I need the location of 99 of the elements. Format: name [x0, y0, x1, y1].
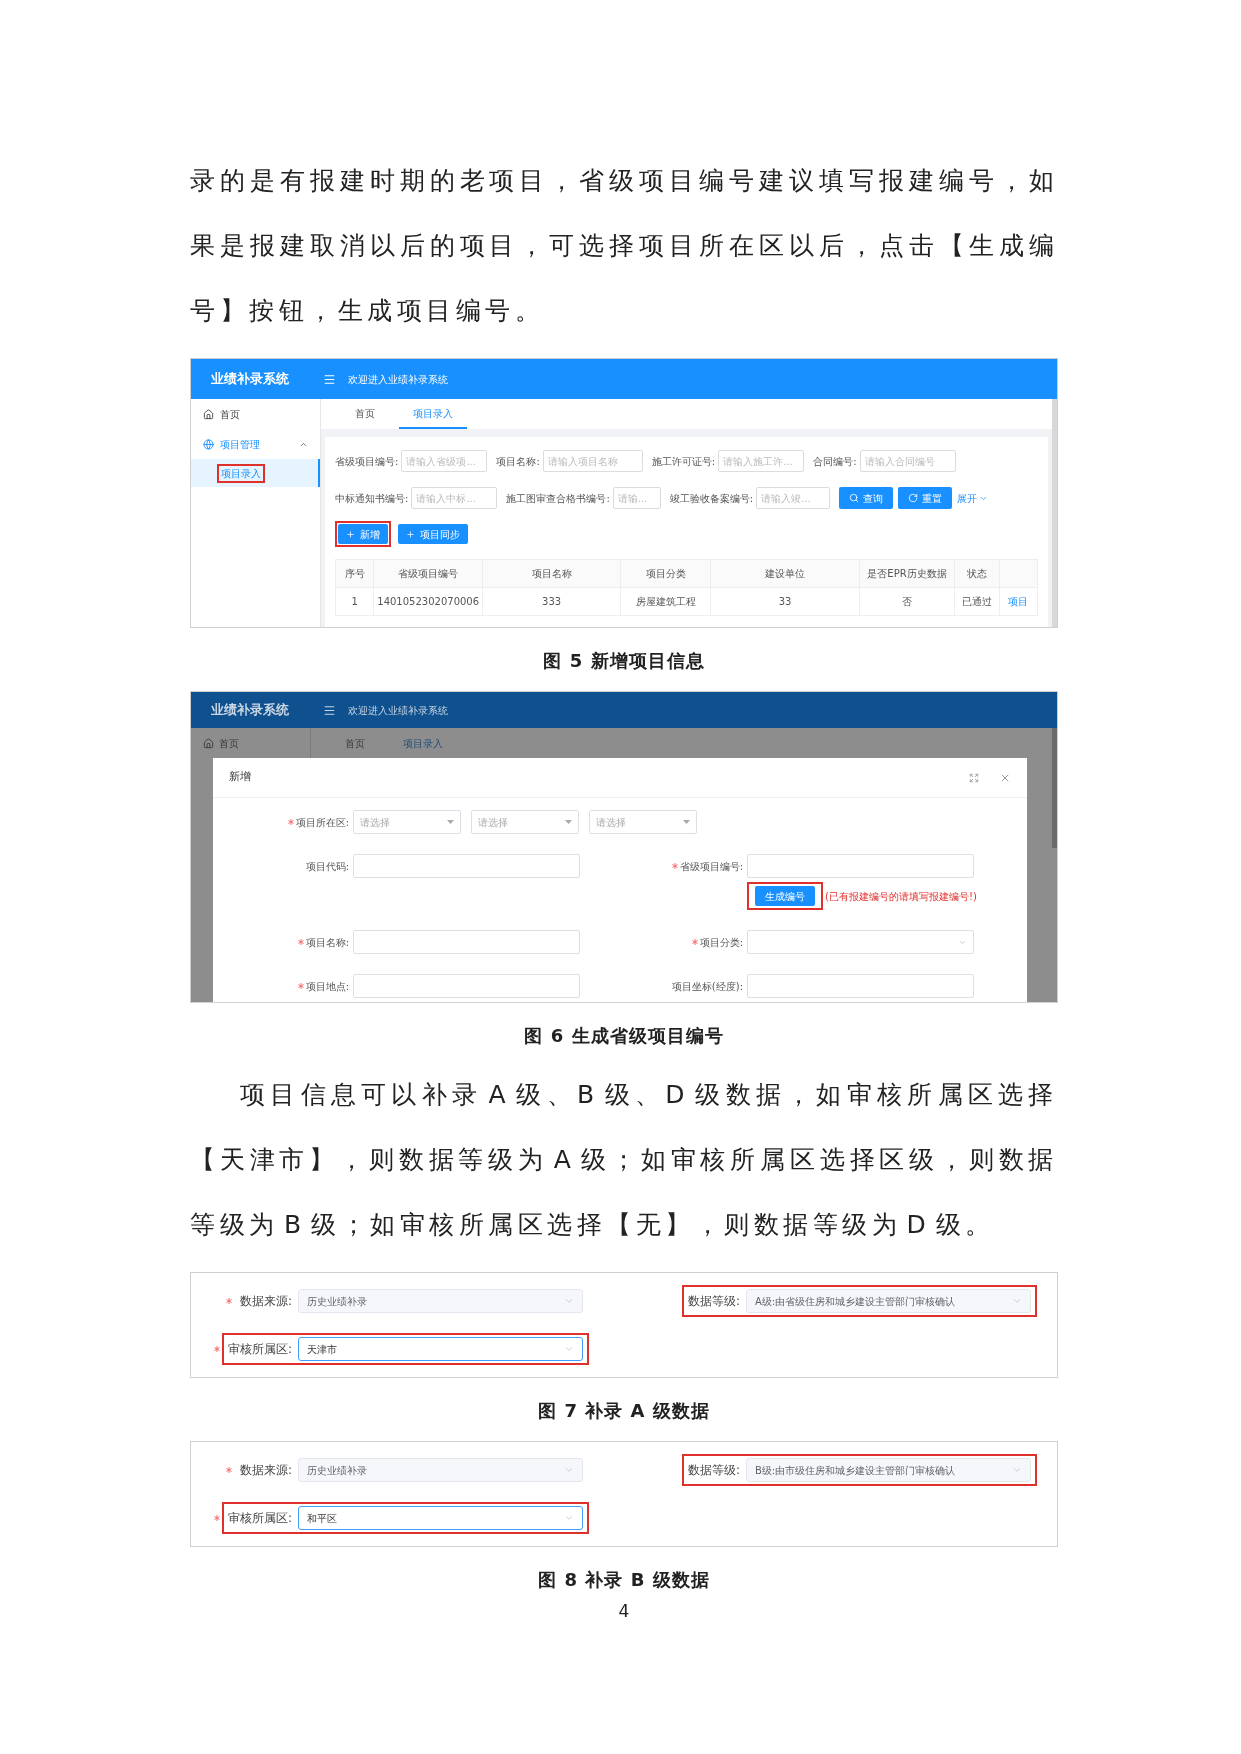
tab[interactable]: 项目录入 [389, 735, 457, 751]
field-label: 数据等级: [687, 1462, 740, 1479]
chevron-down-icon [564, 1344, 574, 1354]
body-paragraph: 项目信息可以补录 A 级、B 级、D 级数据，如审核所属区选择【天津市】，则数据等级为 A 级；如审核所属区选择区级，则数据等级为 B 级；如审核所属区选择【无】，则数据等级为 D 级。 [190, 1079, 1058, 1241]
select-field[interactable]: 和平区 [298, 1506, 583, 1530]
field-label: 项目地点: [305, 979, 349, 994]
table-header-cell: 省级项目编号 [373, 559, 483, 588]
sidebar-subitem-label: 项目录入 [221, 467, 261, 479]
menu-icon[interactable] [323, 372, 336, 386]
menu-icon[interactable] [323, 703, 336, 717]
table-header-cell: 项目分类 [620, 559, 711, 588]
table-header-cell: 状态 [954, 559, 1000, 588]
query-button[interactable]: 查询 [839, 487, 894, 509]
sidebar-item[interactable]: 首页 [191, 735, 251, 751]
filter-input[interactable]: 请输... [612, 487, 661, 509]
sidebar-item[interactable]: 首页 [191, 399, 320, 429]
dropdown-arrow-icon [447, 820, 454, 824]
plus-icon [406, 529, 415, 539]
page-number: 4 [617, 1600, 631, 1623]
app-title: 业绩补录系统 [210, 370, 290, 389]
select-field[interactable]: 请选择 [471, 810, 579, 834]
field-label: 省级项目编号: [679, 859, 743, 874]
figure-caption: 图 8 补录 B 级数据 [537, 1568, 711, 1592]
plus-icon [346, 529, 355, 539]
figure-caption: 图 5 新增项目信息 [542, 649, 706, 673]
chevron-down-icon [564, 1296, 574, 1306]
search-icon [849, 493, 860, 503]
filter-input[interactable]: 请输入项目名称 [542, 450, 643, 472]
dropdown-arrow-icon [565, 820, 572, 824]
field-label: 数据来源: [239, 1462, 292, 1479]
figure-caption: 图 7 补录 A 级数据 [537, 1399, 711, 1423]
app-title: 业绩补录系统 [210, 701, 290, 720]
field-label: 数据等级: [687, 1293, 740, 1310]
table-header-cell: 序号 [335, 559, 374, 588]
table-cell: 已通过 [954, 587, 1000, 616]
field-label: 项目分类: [699, 935, 743, 950]
filter-label: 施工许可证号: [651, 454, 716, 469]
table-header-cell: 是否EPR历史数据 [859, 559, 955, 588]
home-icon [203, 737, 214, 749]
filter-input[interactable]: 请输入中标... [411, 487, 498, 509]
fullscreen-icon[interactable] [969, 772, 979, 783]
chevron-down-icon [564, 1465, 574, 1475]
filter-input[interactable]: 请输入施工许... [718, 450, 805, 472]
field-label: 项目代码: [305, 859, 349, 874]
filter-input[interactable]: 请输入合同编号 [859, 450, 956, 472]
filter-label: 省级项目编号: [335, 454, 399, 469]
field-label: 审核所属区: [227, 1341, 292, 1358]
dialog-title: 新增 [229, 769, 251, 786]
tab[interactable]: 首页 [331, 735, 379, 751]
filter-label: 项目名称: [496, 454, 540, 469]
input-field[interactable] [747, 974, 974, 998]
input-field[interactable] [353, 930, 580, 954]
sidebar-subitem[interactable]: 项目录入 [191, 459, 320, 487]
add-button[interactable]: 项目同步 [398, 524, 468, 544]
header-text: 欢迎进入业绩补录系统 [348, 372, 448, 387]
select-field[interactable]: 请选择 [353, 810, 461, 834]
filter-label: 竣工验收备案编号: [669, 491, 754, 506]
table-cell: 33 [710, 587, 860, 616]
field-label: 审核所属区: [227, 1510, 292, 1527]
chevron-down-icon [564, 1513, 574, 1523]
chevron-down-icon [1012, 1296, 1022, 1306]
table-header-cell: 建设单位 [710, 559, 860, 588]
table-cell: 否 [859, 587, 955, 616]
field-label: 项目名称: [305, 935, 349, 950]
refresh-icon [908, 493, 919, 503]
chevron-down-icon [1012, 1465, 1022, 1475]
field-label: 项目坐标(经度): [671, 979, 743, 994]
table-cell: 1401052302070006 [373, 587, 483, 616]
dropdown-arrow-icon [683, 820, 690, 824]
table-cell: 1 [335, 587, 374, 616]
header-text: 欢迎进入业绩补录系统 [348, 703, 448, 718]
filter-label: 合同编号: [813, 454, 857, 469]
tab[interactable]: 首页 [341, 399, 389, 429]
body-paragraph: 录的是有报建时期的老项目，省级项目编号建议填写报建编号，如果是报建取消以后的项目，可选择项目所在区以后，点击【生成编号】按钮，生成项目编号。 [190, 165, 1058, 327]
filter-label: 中标通知书编号: [335, 491, 409, 506]
table-header-cell: 项目名称 [482, 559, 621, 588]
query-button[interactable]: 重置 [898, 487, 953, 509]
input-field[interactable] [747, 854, 974, 878]
input-field[interactable] [353, 854, 580, 878]
input-field[interactable] [353, 974, 580, 998]
sidebar-item[interactable]: 项目管理 [191, 429, 320, 459]
select-field[interactable] [747, 930, 974, 954]
expand-link[interactable]: 展开 [957, 490, 989, 506]
select-field[interactable]: 天津市 [298, 1337, 583, 1361]
hint-text: (已有报建编号的请填写报建编号!) [825, 889, 977, 904]
globe-icon [203, 438, 214, 450]
figure-caption: 图 6 生成省级项目编号 [523, 1024, 725, 1048]
home-icon [203, 408, 214, 420]
add-button[interactable]: 新增 [338, 524, 388, 544]
field-label: 项目所在区: [295, 815, 349, 830]
filter-input[interactable]: 请输入省级项... [401, 450, 488, 472]
filter-input[interactable]: 请输入竣... [756, 487, 831, 509]
generate-number-button[interactable]: 生成编号 [755, 886, 815, 906]
table-cell: 房屋建筑工程 [620, 587, 711, 616]
field-label: 数据来源: [239, 1293, 292, 1310]
table-cell: 333 [482, 587, 621, 616]
select-field[interactable]: 请选择 [589, 810, 697, 834]
filter-label: 施工图审查合格书编号: [506, 491, 610, 506]
tab[interactable]: 项目录入 [399, 399, 467, 429]
